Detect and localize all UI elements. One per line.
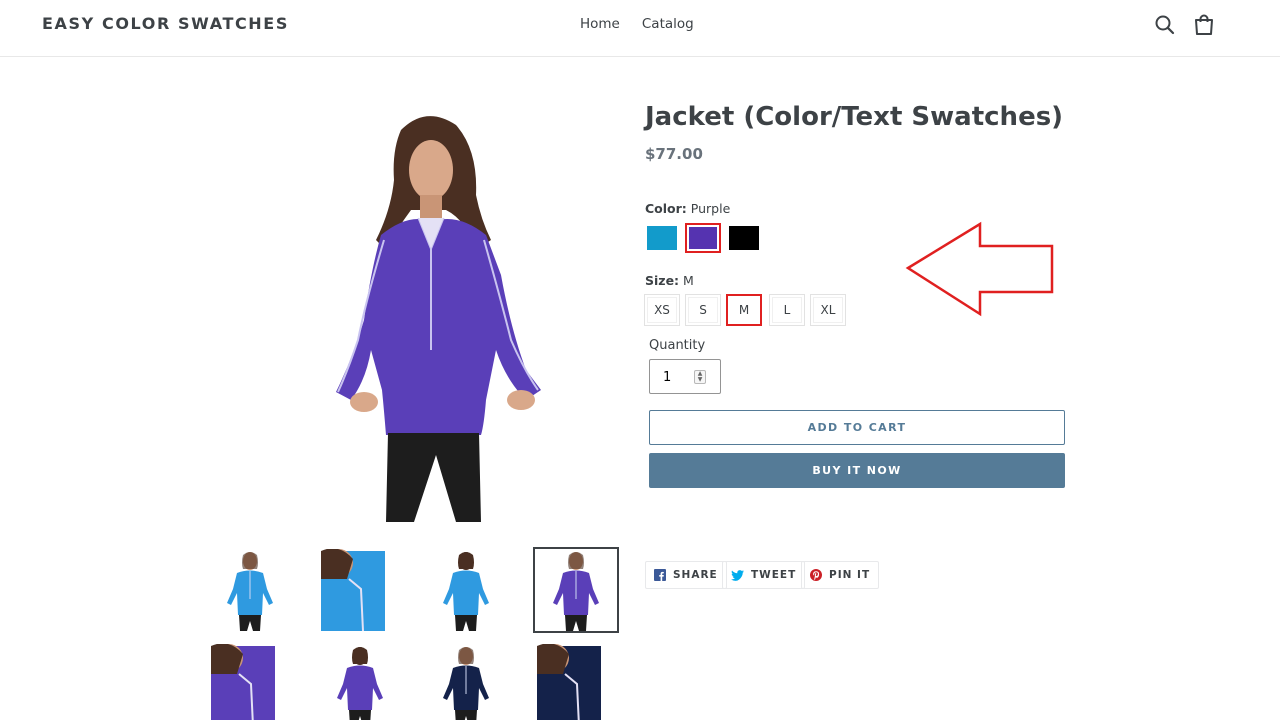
swatch-blue[interactable] bbox=[644, 223, 680, 253]
thumbnail-purple-closeup[interactable] bbox=[207, 642, 293, 720]
thumbnail-image bbox=[443, 552, 489, 631]
thumbnail-image bbox=[209, 644, 291, 720]
swatch-color bbox=[729, 226, 759, 250]
swatch-black[interactable] bbox=[726, 223, 762, 253]
facebook-icon bbox=[654, 569, 666, 581]
swatch-color bbox=[689, 227, 717, 249]
thumbnail-blue-closeup[interactable] bbox=[317, 547, 403, 633]
thumbnail-blue-back[interactable] bbox=[423, 547, 509, 633]
share-pinterest-button[interactable]: PIN IT bbox=[801, 561, 880, 589]
share-label: PIN IT bbox=[829, 569, 871, 581]
share-label: TWEET bbox=[751, 569, 797, 581]
thumbnail-image bbox=[553, 552, 599, 631]
product-price: $77.00 bbox=[645, 145, 703, 163]
size-option-label: Size: M bbox=[645, 273, 694, 288]
color-selected-value: Purple bbox=[690, 201, 731, 216]
twitter-icon bbox=[731, 569, 744, 581]
product-title: Jacket (Color/Text Swatches) bbox=[645, 102, 1064, 132]
site-header: EASY COLOR SWATCHES Home Catalog bbox=[0, 0, 1280, 57]
swatch-purple[interactable] bbox=[685, 223, 721, 253]
share-twitter-button[interactable]: TWEET bbox=[722, 561, 806, 589]
thumbnail-navy-front[interactable] bbox=[423, 642, 509, 720]
nav-home[interactable]: Home bbox=[580, 16, 620, 32]
share-facebook-button[interactable]: SHARE bbox=[645, 561, 727, 589]
search-icon[interactable] bbox=[1154, 14, 1176, 36]
size-s[interactable]: S bbox=[685, 294, 721, 326]
product-main-image[interactable] bbox=[296, 100, 558, 522]
pinterest-icon bbox=[810, 569, 822, 581]
size-xs[interactable]: XS bbox=[644, 294, 680, 326]
nav-catalog[interactable]: Catalog bbox=[642, 16, 694, 32]
spinner-icon[interactable]: ▲ ▼ bbox=[694, 370, 706, 384]
color-label: Color: bbox=[645, 201, 687, 216]
thumbnail-image bbox=[227, 552, 273, 631]
quantity-value[interactable]: 1 bbox=[663, 370, 671, 385]
size-l[interactable]: L bbox=[769, 294, 805, 326]
thumbnail-blue-front[interactable] bbox=[207, 547, 293, 633]
main-nav: Home Catalog bbox=[580, 16, 694, 32]
swatch-color bbox=[647, 226, 677, 250]
size-label: Size: bbox=[645, 273, 680, 288]
thumbnail-image bbox=[535, 644, 617, 720]
thumbnail-purple-front[interactable] bbox=[533, 547, 619, 633]
quantity-stepper[interactable]: 1 ▲ ▼ bbox=[649, 359, 721, 394]
quantity-label: Quantity bbox=[649, 338, 706, 353]
thumbnail-navy-closeup[interactable] bbox=[533, 642, 619, 720]
buy-now-button[interactable]: BUY IT NOW bbox=[649, 453, 1065, 488]
size-xl[interactable]: XL bbox=[810, 294, 846, 326]
size-m[interactable]: M bbox=[726, 294, 762, 326]
cart-icon[interactable] bbox=[1193, 14, 1215, 36]
size-selected-value: M bbox=[683, 273, 694, 288]
share-label: SHARE bbox=[673, 569, 718, 581]
thumbnail-purple-back[interactable] bbox=[317, 642, 403, 720]
thumbnail-image bbox=[319, 549, 401, 631]
site-logo[interactable]: EASY COLOR SWATCHES bbox=[42, 14, 289, 33]
annotation-arrow-icon bbox=[905, 221, 1054, 317]
thumbnail-image bbox=[443, 647, 489, 720]
color-option-label: Color: Purple bbox=[645, 201, 730, 216]
add-to-cart-button[interactable]: ADD TO CART bbox=[649, 410, 1065, 445]
thumbnail-image bbox=[337, 647, 383, 720]
